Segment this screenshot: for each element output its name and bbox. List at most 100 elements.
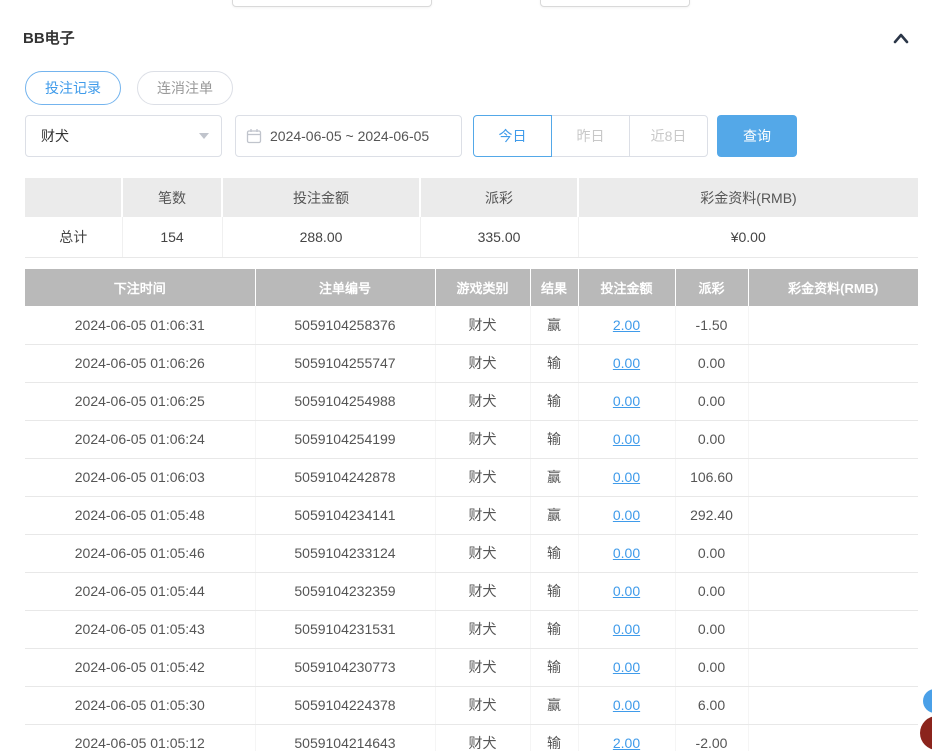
bet-time-cell: 2024-06-05 01:05:44	[25, 572, 255, 610]
bonus-cell	[748, 572, 918, 610]
bet-amount-cell: 2.00	[578, 306, 675, 344]
game-type-cell: 财犬	[435, 496, 530, 534]
bet-time-cell: 2024-06-05 01:05:30	[25, 686, 255, 724]
result-cell: 赢	[530, 496, 578, 534]
bet-amount-link[interactable]: 0.00	[613, 621, 640, 637]
summary-header-count: 笔数	[122, 178, 222, 217]
detail-header-row: 下注时间 注单编号 游戏类别 结果 投注金额 派彩 彩金资料(RMB)	[25, 269, 918, 306]
tab-betting-records[interactable]: 投注记录	[25, 71, 121, 105]
game-type-cell: 财犬	[435, 610, 530, 648]
bet-amount-link[interactable]: 0.00	[613, 355, 640, 371]
tab-cancelled-orders[interactable]: 连消注单	[137, 71, 233, 105]
date-range-input[interactable]: 2024-06-05 ~ 2024-06-05	[235, 115, 462, 157]
bonus-cell	[748, 610, 918, 648]
bet-time-cell: 2024-06-05 01:06:24	[25, 420, 255, 458]
payout-cell: 0.00	[675, 534, 748, 572]
bet-amount-cell: 2.00	[578, 724, 675, 751]
search-button[interactable]: 查询	[717, 115, 797, 157]
bet-time-cell: 2024-06-05 01:05:12	[25, 724, 255, 751]
game-type-cell: 财犬	[435, 458, 530, 496]
top-partial-input-2[interactable]	[540, 0, 690, 7]
payout-cell: 0.00	[675, 344, 748, 382]
bonus-cell	[748, 344, 918, 382]
order-number-cell: 5059104254199	[255, 420, 435, 458]
page-title: BB电子	[23, 27, 75, 48]
bet-amount-cell: 0.00	[578, 648, 675, 686]
order-number-cell: 5059104255747	[255, 344, 435, 382]
bet-amount-cell: 0.00	[578, 382, 675, 420]
order-number-cell: 5059104231531	[255, 610, 435, 648]
bet-time-cell: 2024-06-05 01:06:03	[25, 458, 255, 496]
collapse-section-button[interactable]	[891, 30, 911, 46]
floating-service-button[interactable]	[923, 689, 932, 713]
chevron-up-icon	[891, 34, 911, 49]
result-cell: 输	[530, 610, 578, 648]
table-row: 2024-06-05 01:06:31 5059104258376 财犬 赢 2…	[25, 306, 918, 344]
summary-header-bonus: 彩金资料(RMB)	[578, 178, 918, 217]
bet-amount-link[interactable]: 0.00	[613, 507, 640, 523]
bet-amount-link[interactable]: 0.00	[613, 659, 640, 675]
table-row: 2024-06-05 01:05:43 5059104231531 财犬 输 0…	[25, 610, 918, 648]
table-row: 2024-06-05 01:05:46 5059104233124 财犬 输 0…	[25, 534, 918, 572]
bonus-cell	[748, 306, 918, 344]
bet-amount-link[interactable]: 0.00	[613, 431, 640, 447]
payout-cell: 0.00	[675, 610, 748, 648]
bonus-cell	[748, 420, 918, 458]
bonus-cell	[748, 686, 918, 724]
game-type-cell: 财犬	[435, 534, 530, 572]
bet-time-cell: 2024-06-05 01:05:42	[25, 648, 255, 686]
table-row: 2024-06-05 01:06:26 5059104255747 财犬 输 0…	[25, 344, 918, 382]
table-row: 2024-06-05 01:06:25 5059104254988 财犬 输 0…	[25, 382, 918, 420]
total-count: 154	[122, 217, 222, 257]
bet-amount-link[interactable]: 2.00	[613, 735, 640, 751]
bet-time-cell: 2024-06-05 01:05:43	[25, 610, 255, 648]
bonus-cell	[748, 648, 918, 686]
bet-amount-cell: 0.00	[578, 420, 675, 458]
bet-amount-link[interactable]: 0.00	[613, 697, 640, 713]
result-cell: 输	[530, 420, 578, 458]
header-bet-amount: 投注金额	[578, 269, 675, 306]
game-type-cell: 财犬	[435, 686, 530, 724]
header-game-type: 游戏类别	[435, 269, 530, 306]
bet-amount-link[interactable]: 2.00	[613, 317, 640, 333]
order-number-cell: 5059104232359	[255, 572, 435, 610]
result-cell: 赢	[530, 686, 578, 724]
bet-amount-cell: 0.00	[578, 610, 675, 648]
bet-amount-cell: 0.00	[578, 496, 675, 534]
order-number-cell: 5059104258376	[255, 306, 435, 344]
quick-range-group: 今日 昨日 近8日	[473, 115, 708, 157]
bet-amount-link[interactable]: 0.00	[613, 393, 640, 409]
header-bet-time: 下注时间	[25, 269, 255, 306]
floating-action-button[interactable]	[920, 716, 932, 750]
order-number-cell: 5059104234141	[255, 496, 435, 534]
total-bet-amount: 288.00	[222, 217, 420, 257]
bonus-cell	[748, 382, 918, 420]
yesterday-button[interactable]: 昨日	[551, 115, 630, 157]
total-payout: 335.00	[420, 217, 578, 257]
bonus-cell	[748, 496, 918, 534]
game-select[interactable]: 财犬	[25, 115, 222, 157]
betting-records-page: BB电子 投注记录 连消注单 财犬	[0, 0, 932, 751]
payout-cell: -2.00	[675, 724, 748, 751]
bet-time-cell: 2024-06-05 01:06:25	[25, 382, 255, 420]
result-cell: 赢	[530, 306, 578, 344]
result-cell: 输	[530, 572, 578, 610]
table-row: 2024-06-05 01:05:44 5059104232359 财犬 输 0…	[25, 572, 918, 610]
order-number-cell: 5059104242878	[255, 458, 435, 496]
last-8-days-button[interactable]: 近8日	[629, 115, 708, 157]
today-button[interactable]: 今日	[473, 115, 552, 157]
order-number-cell: 5059104214643	[255, 724, 435, 751]
bet-amount-link[interactable]: 0.00	[613, 545, 640, 561]
result-cell: 输	[530, 648, 578, 686]
top-partial-input-1[interactable]	[232, 0, 432, 7]
summary-header-row: 笔数 投注金额 派彩 彩金资料(RMB)	[25, 178, 918, 217]
date-range-value: 2024-06-05 ~ 2024-06-05	[270, 128, 429, 144]
result-cell: 输	[530, 344, 578, 382]
bet-amount-cell: 0.00	[578, 572, 675, 610]
bet-amount-link[interactable]: 0.00	[613, 583, 640, 599]
order-number-cell: 5059104254988	[255, 382, 435, 420]
game-type-cell: 财犬	[435, 648, 530, 686]
game-select-value: 财犬	[41, 126, 69, 146]
bet-amount-link[interactable]: 0.00	[613, 469, 640, 485]
bet-amount-cell: 0.00	[578, 534, 675, 572]
